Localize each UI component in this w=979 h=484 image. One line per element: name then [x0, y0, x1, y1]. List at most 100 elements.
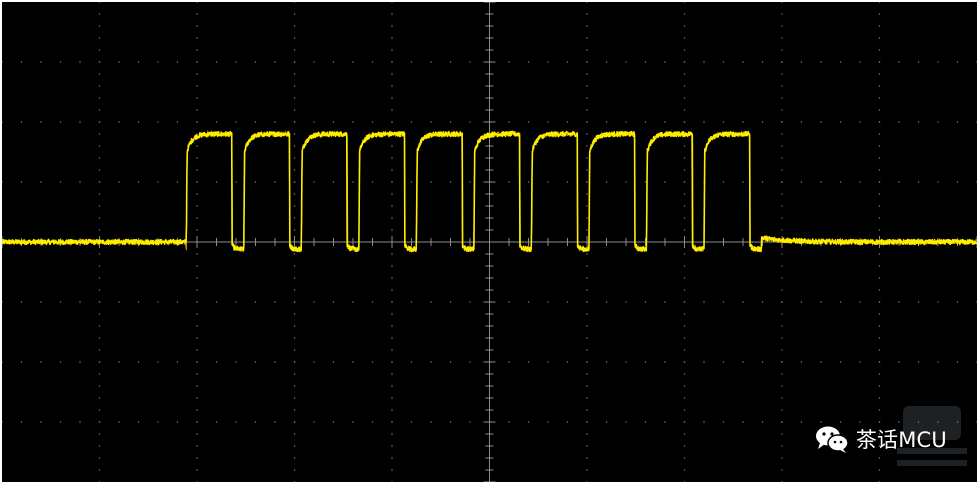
- grid-dot: [586, 301, 588, 303]
- grid-dot: [196, 481, 198, 482]
- grid-dot: [371, 361, 374, 363]
- grid-dot: [313, 61, 315, 63]
- grid-dot: [605, 421, 608, 423]
- grid-dot: [683, 457, 686, 459]
- grid-dot: [547, 121, 549, 123]
- grid-dot: [683, 361, 686, 363]
- grid-dot: [391, 469, 393, 471]
- grid-dot: [898, 121, 900, 123]
- grid-dot: [781, 325, 783, 327]
- grid-dot: [683, 145, 686, 147]
- grid-dot: [508, 421, 510, 423]
- grid-dot: [878, 37, 881, 39]
- grid-dot: [98, 349, 101, 351]
- grid-dot: [391, 37, 393, 39]
- grid-dot: [878, 289, 881, 291]
- grid-dot: [781, 469, 783, 471]
- grid-dot: [196, 325, 198, 327]
- grid-dot: [293, 97, 296, 99]
- grid-dot: [137, 361, 140, 363]
- grid-dot: [781, 361, 783, 363]
- grid-dot: [586, 49, 588, 51]
- grid-dot: [196, 73, 198, 75]
- grid-dot: [742, 361, 744, 363]
- grid-dot: [703, 421, 705, 423]
- grid-dot: [878, 337, 881, 339]
- grid-dot: [566, 121, 569, 123]
- grid-dot: [332, 421, 335, 423]
- watermark: 茶话MCU: [814, 424, 947, 454]
- grid-dot: [586, 277, 588, 279]
- grid-dot: [625, 301, 627, 303]
- grid-dot: [878, 469, 881, 471]
- grid-dot: [781, 445, 783, 447]
- grid-dot: [98, 181, 101, 183]
- grid-dot: [371, 61, 374, 63]
- grid-dot: [527, 121, 530, 123]
- grid-dot: [410, 61, 413, 63]
- grid-dot: [118, 61, 120, 63]
- grid-dot: [820, 361, 822, 363]
- grid-dot: [878, 25, 881, 27]
- grid-dot: [469, 421, 471, 423]
- grid-dot: [20, 181, 23, 183]
- grid-dot: [586, 265, 588, 267]
- grid-dot: [196, 229, 198, 231]
- grid-dot: [293, 385, 296, 387]
- grid-dot: [98, 217, 101, 219]
- grid-dot: [293, 373, 296, 375]
- grid-dot: [98, 109, 101, 111]
- grid-dot: [313, 361, 315, 363]
- grid-dot: [781, 409, 783, 411]
- grid-dot: [176, 301, 179, 303]
- grid-dot: [956, 301, 959, 303]
- grid-dot: [937, 181, 939, 183]
- grid-dot: [781, 313, 783, 315]
- grid-dot: [722, 361, 725, 363]
- grid-dot: [196, 349, 198, 351]
- grid-dot: [2, 181, 3, 183]
- grid-dot: [391, 397, 393, 399]
- grid-dot: [352, 361, 354, 363]
- grid-dot: [683, 397, 686, 399]
- grid-dot: [196, 49, 198, 51]
- grid-dot: [781, 181, 783, 183]
- grid-dot: [157, 61, 159, 63]
- grid-dot: [683, 469, 686, 471]
- grid-dot: [566, 181, 569, 183]
- grid-dot: [683, 109, 686, 111]
- grid-dot: [391, 157, 393, 159]
- grid-dot: [118, 301, 120, 303]
- grid-dot: [352, 121, 354, 123]
- grid-dot: [761, 361, 764, 363]
- grid-dot: [449, 421, 452, 423]
- grid-dot: [449, 301, 452, 303]
- grid-dot: [586, 313, 588, 315]
- grid-dot: [878, 193, 881, 195]
- grid-dot: [878, 481, 881, 482]
- grid-dot: [761, 301, 764, 303]
- grid-dot: [293, 49, 296, 51]
- grid-dot: [781, 301, 783, 303]
- grid-dot: [586, 97, 588, 99]
- grid-dot: [605, 361, 608, 363]
- grid-dot: [878, 85, 881, 87]
- grid-dot: [254, 361, 257, 363]
- grid-dot: [176, 181, 179, 183]
- grid-dot: [586, 2, 588, 3]
- grid-dot: [976, 61, 977, 63]
- grid-dot: [98, 289, 101, 291]
- grid-dot: [391, 253, 393, 255]
- grid-dot: [196, 121, 198, 123]
- grid-dot: [196, 265, 198, 267]
- grid-dot: [332, 181, 335, 183]
- grid-dot: [878, 325, 881, 327]
- grid-dot: [293, 253, 296, 255]
- grid-dot: [196, 313, 198, 315]
- grid-dot: [391, 421, 393, 423]
- grid-dot: [722, 181, 725, 183]
- grid-dot: [293, 409, 296, 411]
- grid-dot: [761, 421, 764, 423]
- grid-dot: [196, 385, 198, 387]
- grid-dot: [781, 205, 783, 207]
